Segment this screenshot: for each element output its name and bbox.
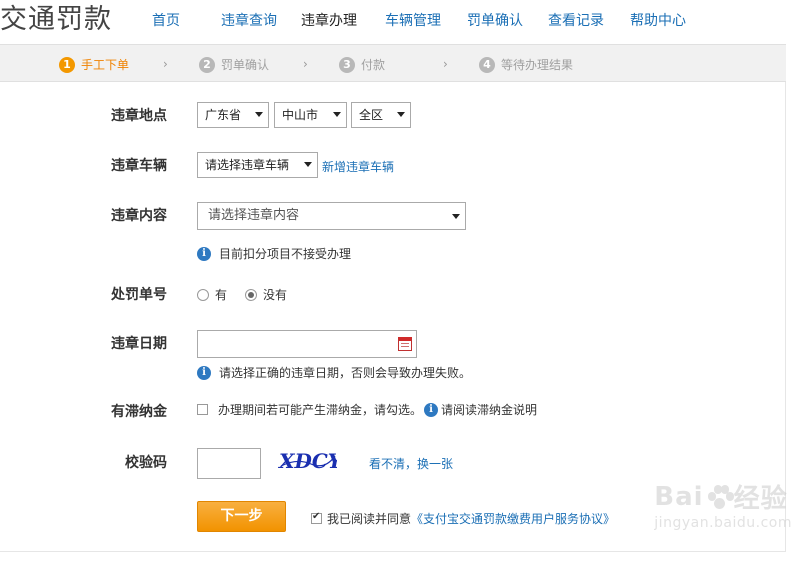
district-select[interactable]: 全区 [351, 102, 411, 128]
ticket-yes-label: 有 [215, 288, 228, 302]
vehicle-label: 违章车辆 [111, 158, 167, 174]
agree-checkbox[interactable] [311, 511, 322, 524]
caret-down-icon [333, 112, 341, 117]
caret-down-icon [304, 162, 312, 167]
step-1: 1 手工下单 [59, 56, 129, 73]
content-select[interactable]: 请选择违章内容 [197, 202, 466, 230]
watermark-text-left: Bai [654, 481, 704, 512]
content-value: 请选择违章内容 [208, 208, 300, 223]
city-select[interactable]: 中山市 [274, 102, 347, 128]
step-label: 手工下单 [81, 58, 130, 72]
nav-ticket-confirm[interactable]: 罚单确认 [467, 10, 523, 30]
city-value: 中山市 [282, 108, 319, 122]
captcha-image: XDCY [277, 449, 337, 473]
calendar-icon[interactable] [398, 337, 412, 351]
vehicle-select[interactable]: 请选择违章车辆 [197, 152, 318, 178]
ticket-yes-radio[interactable] [197, 288, 209, 301]
progress-steps: 1 手工下单 › 2 罚单确认 › 3 付款 › 4 等待办理结果 [0, 44, 786, 82]
nav-violation-query[interactable]: 违章查询 [221, 10, 277, 30]
content-hint-text: 目前扣分项目不接受办理 [219, 247, 352, 261]
date-input[interactable] [197, 330, 417, 358]
caret-down-icon [452, 214, 460, 219]
nav-violation-handle[interactable]: 违章办理 [301, 10, 357, 30]
ticket-label: 处罚单号 [111, 287, 167, 303]
step-number: 3 [339, 56, 355, 73]
nav-home[interactable]: 首页 [152, 10, 180, 30]
late-fee-row: 办理期间若可能产生滞纳金，请勾选。 i 请阅读滞纳金说明 [197, 401, 537, 418]
info-icon: i [424, 402, 439, 417]
district-value: 全区 [359, 108, 384, 122]
chevron-right-icon: › [303, 57, 308, 71]
step-number: 4 [479, 56, 495, 73]
caret-down-icon [255, 112, 263, 117]
chevron-right-icon: › [443, 57, 448, 71]
step-number: 1 [59, 56, 75, 73]
step-number: 2 [199, 56, 215, 73]
captcha-input[interactable] [197, 448, 261, 479]
baidu-watermark: Bai 经验 jingyan.baidu.com [654, 478, 792, 532]
province-value: 广东省 [205, 108, 242, 122]
date-hint-text: 请选择正确的违章日期，否则会导致办理失败。 [219, 366, 472, 380]
paw-icon [706, 484, 734, 510]
content-label: 违章内容 [111, 208, 167, 224]
refresh-captcha-link[interactable]: 看不清，换一张 [369, 455, 453, 472]
location-label: 违章地点 [111, 108, 167, 124]
vehicle-value: 请选择违章车辆 [205, 158, 290, 172]
ticket-no-radio[interactable] [245, 288, 258, 301]
top-bar: 交通罚款 首页 违章查询 违章办理 车辆管理 罚单确认 查看记录 帮助中心 [0, 0, 806, 40]
site-logo: 交通罚款 [0, 4, 112, 35]
nav-help-center[interactable]: 帮助中心 [630, 10, 686, 30]
step-label: 等待办理结果 [501, 58, 574, 72]
late-fee-checkbox[interactable] [197, 404, 208, 415]
watermark-text-right: 经验 [733, 484, 788, 514]
date-label: 违章日期 [111, 336, 167, 352]
ticket-radio-group: 有 没有 [197, 286, 305, 303]
agreement-link[interactable]: 《支付宝交通罚款缴费用户服务协议》 [411, 510, 615, 527]
add-vehicle-link[interactable]: 新增违章车辆 [322, 158, 394, 175]
info-icon: i [197, 365, 211, 380]
step-3: 3 付款 [339, 56, 385, 73]
date-hint: i 请选择正确的违章日期，否则会导致办理失败。 [197, 364, 471, 381]
late-fee-info-link[interactable]: 请阅读滞纳金说明 [441, 401, 537, 418]
content-hint: i 目前扣分项目不接受办理 [197, 245, 351, 262]
captcha-text: XDCY [277, 449, 337, 473]
province-select[interactable]: 广东省 [197, 102, 269, 128]
watermark-url: jingyan.baidu.com [654, 515, 792, 531]
nav-view-records[interactable]: 查看记录 [548, 10, 604, 30]
late-fee-text: 办理期间若可能产生滞纳金，请勾选。 [218, 403, 423, 417]
step-label: 付款 [361, 58, 386, 72]
step-4: 4 等待办理结果 [479, 56, 573, 73]
watermark-logo: Bai 经验 [654, 478, 792, 515]
agreement-row: 我已阅读并同意 《支付宝交通罚款缴费用户服务协议》 [311, 510, 615, 527]
next-step-button[interactable]: 下一步 [197, 501, 286, 532]
agree-text: 我已阅读并同意 [327, 512, 412, 526]
step-2: 2 罚单确认 [199, 56, 269, 73]
caret-down-icon [397, 112, 405, 117]
captcha-label: 校验码 [125, 455, 167, 471]
step-label: 罚单确认 [221, 58, 270, 72]
info-icon: i [197, 246, 211, 261]
ticket-no-label: 没有 [263, 288, 288, 302]
chevron-right-icon: › [163, 57, 168, 71]
nav-vehicle-management[interactable]: 车辆管理 [385, 10, 441, 30]
late-fee-label: 有滞纳金 [111, 404, 167, 420]
